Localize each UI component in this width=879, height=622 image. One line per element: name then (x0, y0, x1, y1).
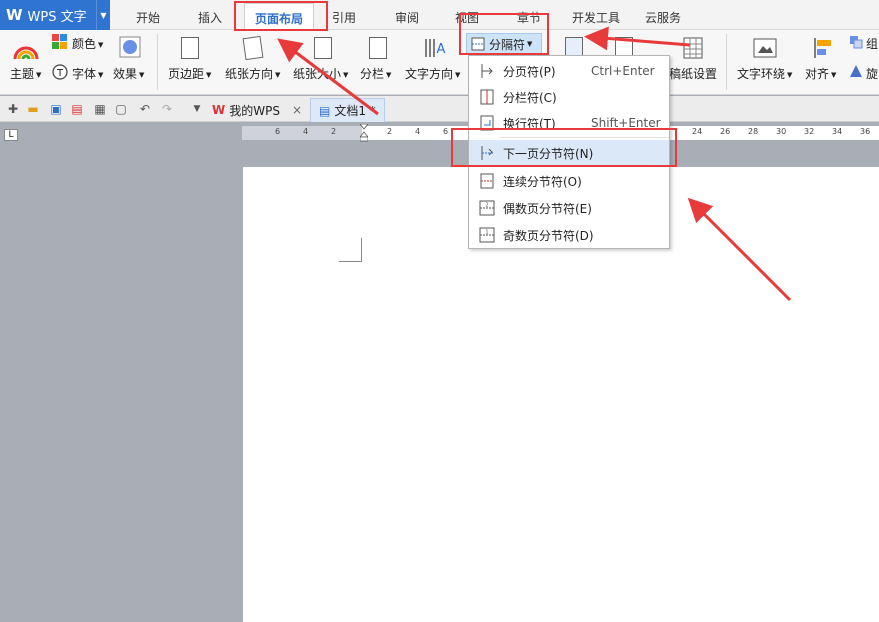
arrow-to-page-layout (277, 38, 379, 116)
arrow-to-separator (584, 26, 691, 51)
annotation-arrows (277, 26, 792, 302)
arrow-to-next-page-section-break (687, 197, 792, 302)
